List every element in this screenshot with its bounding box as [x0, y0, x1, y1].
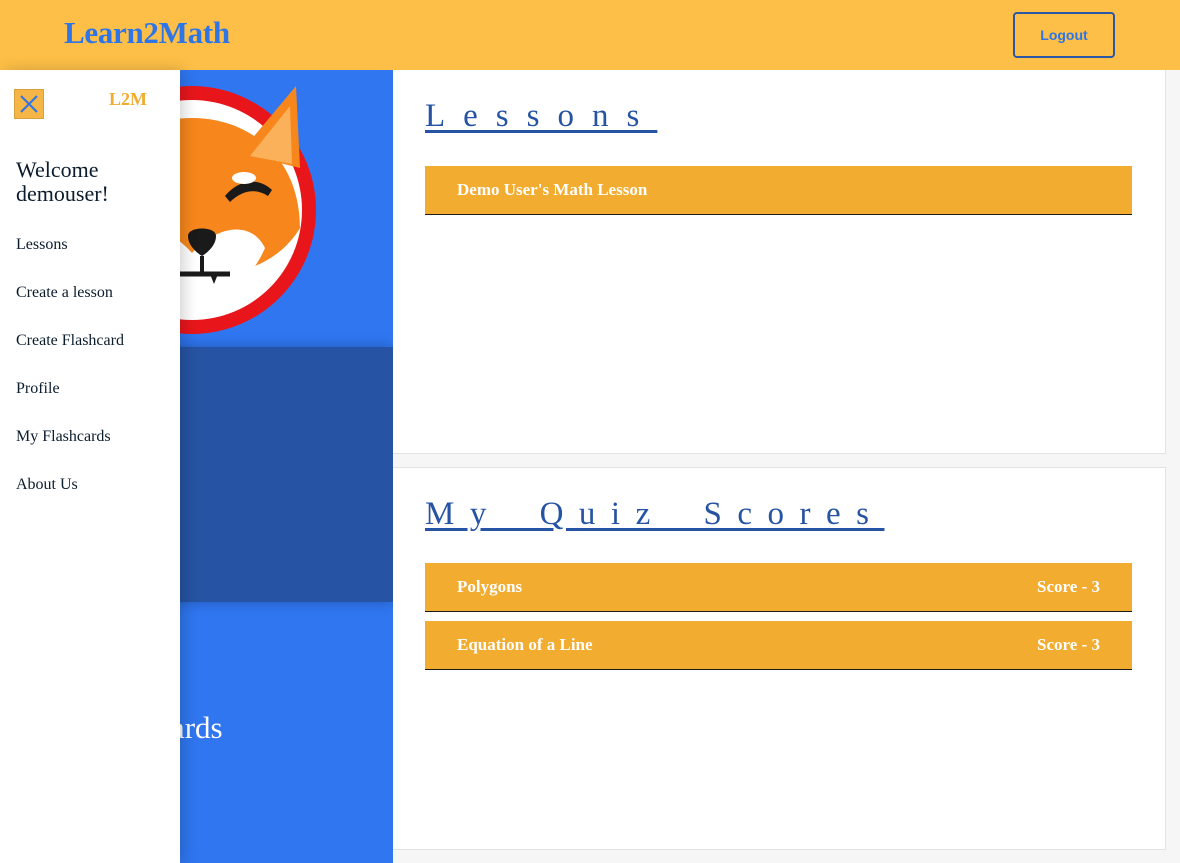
nav-item-my-flashcards[interactable]: My Flashcards: [16, 428, 124, 476]
quiz-score-row[interactable]: Polygons Score - 3: [425, 563, 1132, 612]
panel-gutter: [393, 453, 1180, 467]
top-header: Learn2Math Logout: [0, 0, 1180, 70]
logout-button[interactable]: Logout: [1013, 12, 1115, 58]
lessons-panel: Lessons Demo User's Math Lesson: [393, 70, 1166, 454]
drawer-logo[interactable]: L2M: [109, 89, 147, 110]
quiz-scores-panel: My Quiz Scores Polygons Score - 3 Equati…: [393, 467, 1166, 850]
close-icon: [20, 95, 38, 113]
nav-item-create-lesson[interactable]: Create a lesson: [16, 284, 124, 332]
lessons-title[interactable]: Lessons: [425, 98, 657, 135]
lesson-item[interactable]: Demo User's Math Lesson: [425, 166, 1132, 215]
quiz-score-row[interactable]: Equation of a Line Score - 3: [425, 621, 1132, 670]
nav-item-lessons[interactable]: Lessons: [16, 236, 124, 284]
quiz-score: Score - 3: [1037, 635, 1100, 654]
quiz-score: Score - 3: [1037, 577, 1100, 596]
quiz-name: Polygons: [457, 577, 523, 596]
quiz-name: Equation of a Line: [457, 635, 593, 654]
side-drawer: L2M Welcome demouser! Lessons Create a l…: [0, 70, 180, 863]
nav-item-about-us[interactable]: About Us: [16, 476, 124, 524]
nav-item-profile[interactable]: Profile: [16, 380, 124, 428]
quiz-scores-title[interactable]: My Quiz Scores: [425, 496, 884, 533]
page-gutter-bottom: [393, 849, 1180, 863]
nav-item-create-flashcard[interactable]: Create Flashcard: [16, 332, 124, 380]
brand-logo[interactable]: Learn2Math: [64, 15, 230, 51]
drawer-nav: Lessons Create a lesson Create Flashcard…: [16, 236, 124, 524]
lesson-item-label: Demo User's Math Lesson: [457, 180, 648, 199]
welcome-message: Welcome demouser!: [16, 157, 109, 206]
close-drawer-button[interactable]: [14, 89, 44, 119]
